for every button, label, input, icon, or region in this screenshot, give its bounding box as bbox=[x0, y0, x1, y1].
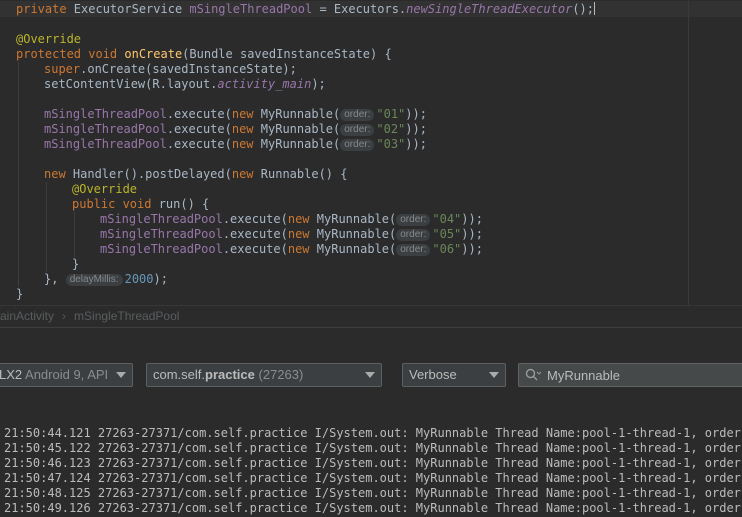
breadcrumb-item-class[interactable]: ainActivity bbox=[0, 309, 54, 323]
parameter-hint: delayMillis: bbox=[65, 274, 123, 286]
right-margin-guide bbox=[688, 0, 689, 305]
chevron-down-icon bbox=[365, 372, 375, 378]
code-line-execute-05: mSingleThreadPool.execute(new MyRunnable… bbox=[100, 227, 483, 241]
device-selector[interactable]: LX2 Android 9, API bbox=[0, 363, 133, 387]
breadcrumb: ainActivity › mSingleThreadPool bbox=[0, 305, 742, 327]
code-line-inner-annotation: @Override bbox=[72, 182, 138, 196]
parameter-hint: order: bbox=[340, 124, 375, 136]
log-line: 21:50:46.123 27263-27371/com.self.practi… bbox=[4, 456, 742, 470]
code-line-handler-post-delayed: new Handler().postDelayed(new Runnable()… bbox=[44, 167, 348, 181]
code-line-execute-01: mSingleThreadPool.execute(new MyRunnable… bbox=[44, 107, 427, 121]
log-line: 21:50:45.122 27263-27371/com.self.practi… bbox=[4, 441, 742, 455]
chevron-down-icon bbox=[489, 372, 499, 378]
log-line: 21:50:48.125 27263-27371/com.self.practi… bbox=[4, 486, 742, 500]
code-line-execute-03: mSingleThreadPool.execute(new MyRunnable… bbox=[44, 137, 427, 151]
logcat-toolbar: LX2 Android 9, API com.self.practice (27… bbox=[0, 363, 742, 387]
chevron-down-icon bbox=[116, 372, 126, 378]
indent-guide bbox=[18, 62, 19, 287]
breadcrumb-item-field[interactable]: mSingleThreadPool bbox=[74, 309, 179, 323]
process-name: practice bbox=[205, 367, 255, 382]
code-line-annotation: @Override bbox=[16, 32, 82, 46]
log-line: 21:50:49.126 27263-27371/com.self.practi… bbox=[4, 501, 742, 515]
code-line-delay: }, delayMillis: 2000); bbox=[44, 272, 168, 286]
code-line-super-call: super.onCreate(savedInstanceState); bbox=[44, 62, 297, 76]
log-level-value: Verbose bbox=[409, 367, 457, 382]
log-line: 21:50:47.124 27263-27371/com.self.practi… bbox=[4, 471, 742, 485]
process-selector[interactable]: com.self.practice (27263) bbox=[146, 363, 382, 387]
device-detail: Android 9, API bbox=[22, 367, 109, 382]
text-caret bbox=[594, 2, 595, 15]
code-editor[interactable]: private ExecutorService mSingleThreadPoo… bbox=[0, 0, 742, 305]
indent-guide bbox=[74, 212, 75, 257]
process-prefix: com.self. bbox=[153, 367, 206, 382]
parameter-hint: order: bbox=[340, 109, 375, 121]
code-line-execute-02: mSingleThreadPool.execute(new MyRunnable… bbox=[44, 122, 427, 136]
parameter-hint: order: bbox=[396, 214, 431, 226]
log-output[interactable]: 21:50:44.121 27263-27371/com.self.practi… bbox=[4, 426, 742, 516]
process-pid: (27263) bbox=[254, 367, 304, 382]
code-line-field-declaration: private ExecutorService mSingleThreadPoo… bbox=[16, 2, 595, 16]
device-name: LX2 bbox=[0, 367, 23, 382]
code-line-execute-06: mSingleThreadPool.execute(new MyRunnable… bbox=[100, 242, 483, 256]
parameter-hint: order: bbox=[340, 139, 375, 151]
breadcrumb-separator: › bbox=[62, 309, 67, 323]
search-icon bbox=[525, 368, 542, 385]
code-line-close-brace: } bbox=[72, 257, 80, 271]
code-line-oncreate-signature: protected void onCreate(Bundle savedInst… bbox=[16, 47, 392, 61]
log-line: 21:50:44.121 27263-27371/com.self.practi… bbox=[4, 426, 742, 440]
code-line-final-brace: } bbox=[16, 287, 24, 301]
search-input[interactable] bbox=[547, 366, 737, 384]
parameter-hint: order: bbox=[396, 229, 431, 241]
logcat-search[interactable] bbox=[518, 363, 742, 387]
logcat-panel: LX2 Android 9, API com.self.practice (27… bbox=[0, 327, 742, 517]
parameter-hint: order: bbox=[396, 244, 431, 256]
log-level-selector[interactable]: Verbose bbox=[402, 363, 506, 387]
code-line-run-signature: public void run() { bbox=[72, 197, 210, 211]
code-line-execute-04: mSingleThreadPool.execute(new MyRunnable… bbox=[100, 212, 483, 226]
indent-guide bbox=[46, 182, 47, 272]
code-line-set-content-view: setContentView(R.layout.activity_main); bbox=[44, 77, 326, 91]
